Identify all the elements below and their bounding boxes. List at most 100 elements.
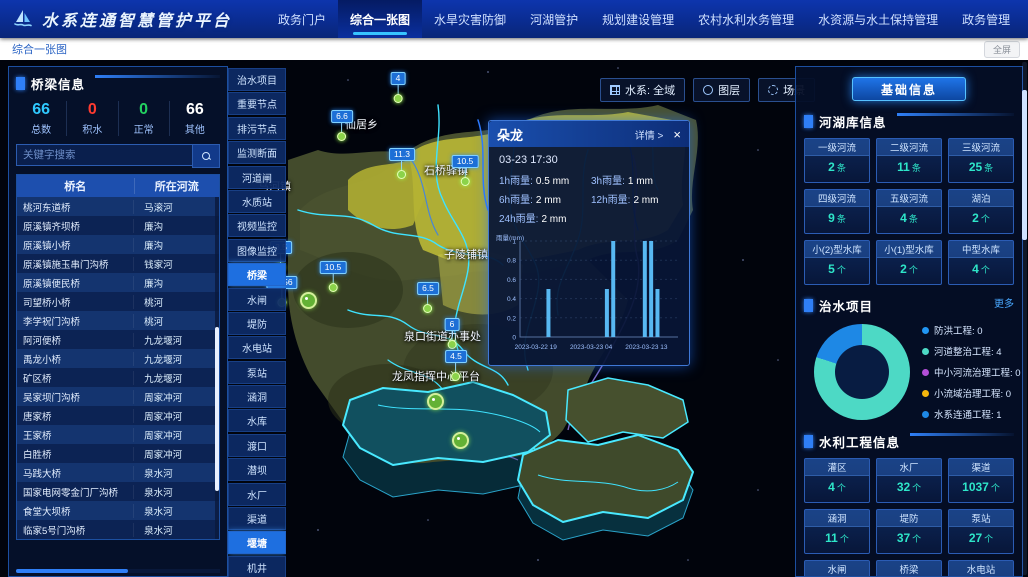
map-pin[interactable]: 6 bbox=[445, 318, 460, 349]
layer-item[interactable]: 泵站 bbox=[228, 361, 286, 384]
card-label: 湖泊 bbox=[949, 190, 1013, 207]
table-body: 桃河东道桥马滚河原溪镇齐坝桥廉沟原溪镇小桥廉沟原溪镇施玉串门沟桥钱家河原溪镇便民… bbox=[17, 197, 219, 539]
bridge-panel-header: 桥梁信息 bbox=[16, 73, 220, 93]
card-value: 4个 bbox=[805, 476, 869, 502]
map-pin[interactable]: 10.5 bbox=[320, 261, 347, 292]
rain-metric: 24h雨量:2 mm bbox=[499, 210, 587, 225]
cell-river-name: 九龙堰河 bbox=[134, 352, 219, 366]
scroll-thumb[interactable] bbox=[215, 327, 219, 491]
layer-item[interactable]: 机井 bbox=[228, 556, 286, 577]
layer-item[interactable]: 图像监控 bbox=[228, 239, 286, 262]
scroll-thumb[interactable] bbox=[16, 569, 128, 573]
table-row[interactable]: 原溪镇齐坝桥廉沟 bbox=[17, 216, 219, 235]
table-row[interactable]: 吴家坝门沟桥周家冲河 bbox=[17, 387, 219, 406]
table-row[interactable]: 阿河便桥九龙堰河 bbox=[17, 330, 219, 349]
layer-item[interactable]: 排污节点 bbox=[228, 117, 286, 140]
table-row[interactable]: 国家电网零金门厂沟桥泉水河 bbox=[17, 482, 219, 501]
svg-text:2023-03-23 04: 2023-03-23 04 bbox=[570, 344, 613, 351]
station-marker-icon[interactable] bbox=[427, 393, 444, 410]
layer-item[interactable]: 涵洞 bbox=[228, 385, 286, 408]
table-row[interactable]: 临家5号门沟桥泉水河 bbox=[17, 520, 219, 539]
table-row[interactable]: 原溪镇便民桥廉沟 bbox=[17, 273, 219, 292]
layer-item[interactable]: 堰塘 bbox=[228, 531, 286, 554]
river-lake-section-title: 河湖库信息 bbox=[819, 112, 887, 131]
layer-item[interactable]: 潜坝 bbox=[228, 458, 286, 481]
project-donut-row: 防洪工程: 0河道整治工程: 4中小河流治理工程: 0小流域治理工程: 0水系连… bbox=[804, 323, 1014, 421]
layer-item[interactable]: 渠道 bbox=[228, 507, 286, 530]
fullscreen-button[interactable]: 全屏 bbox=[984, 41, 1020, 58]
map-control-grid[interactable]: 水系: 全域 bbox=[600, 78, 685, 102]
map-pin[interactable]: 4 bbox=[391, 72, 406, 103]
more-link[interactable]: 更多 bbox=[994, 295, 1014, 310]
table-row[interactable]: 白胜桥周家冲河 bbox=[17, 444, 219, 463]
table-row[interactable]: 司望桥小桥桃河 bbox=[17, 292, 219, 311]
layer-item[interactable]: 水库 bbox=[228, 409, 286, 432]
station-marker-icon[interactable] bbox=[452, 432, 469, 449]
pin-stem bbox=[451, 331, 452, 340]
map-pin[interactable]: 6.6 bbox=[331, 110, 353, 141]
pin-stem bbox=[455, 363, 456, 372]
layer-item[interactable]: 视频监控 bbox=[228, 214, 286, 237]
layer-item[interactable]: 水厂 bbox=[228, 483, 286, 506]
nav-item[interactable]: 政务管理 bbox=[950, 0, 1022, 38]
table-row[interactable]: 原溪镇小桥廉沟 bbox=[17, 235, 219, 254]
page-scrollbar[interactable] bbox=[1022, 62, 1027, 575]
layer-item[interactable]: 水闸 bbox=[228, 288, 286, 311]
table-row[interactable]: 食堂大坝桥泉水河 bbox=[17, 501, 219, 520]
map-pin[interactable]: 6.5 bbox=[417, 282, 439, 313]
map-pin[interactable]: 4.5 bbox=[445, 350, 467, 381]
table-row[interactable]: 原溪镇施玉串门沟桥钱家河 bbox=[17, 254, 219, 273]
project-section-title: 治水项目 bbox=[819, 296, 873, 315]
nav-item[interactable]: 综合一张图 bbox=[338, 0, 422, 38]
info-card: 水电站3个 bbox=[948, 560, 1014, 577]
layer-item[interactable]: 监测断面 bbox=[228, 141, 286, 164]
layer-item[interactable]: 治水项目 bbox=[228, 68, 286, 91]
card-unit: 个 bbox=[912, 481, 921, 494]
header-line bbox=[95, 75, 220, 78]
svg-text:2023-03-23 13: 2023-03-23 13 bbox=[625, 344, 668, 351]
scroll-thumb[interactable] bbox=[1022, 90, 1027, 240]
info-card: 小(1)型水库2个 bbox=[876, 240, 942, 285]
nav-item[interactable]: 水资源与水土保持管理 bbox=[806, 0, 950, 38]
cell-river-name: 马滚河 bbox=[134, 200, 219, 214]
table-row[interactable]: 桃河东道桥马滚河 bbox=[17, 197, 219, 216]
station-marker-icon[interactable] bbox=[300, 292, 317, 309]
nav-item[interactable]: 政务门户 bbox=[266, 0, 338, 38]
map-layer-menu: 治水项目重要节点排污节点监测断面河道闸水质站视频监控图像监控桥梁水闸堤防水电站泵… bbox=[228, 68, 286, 577]
layer-item[interactable]: 河道闸 bbox=[228, 166, 286, 189]
nav-item[interactable]: 规划建设管理 bbox=[590, 0, 686, 38]
breadcrumb[interactable]: 综合一张图 bbox=[12, 41, 67, 57]
table-row[interactable]: 李学祝门沟桥桃河 bbox=[17, 311, 219, 330]
table-row[interactable]: 禹龙小桥九龙堰河 bbox=[17, 349, 219, 368]
layer-item[interactable]: 桥梁 bbox=[228, 263, 286, 286]
scene-icon bbox=[768, 85, 778, 95]
legend-label: 水系连通工程: 1 bbox=[934, 407, 1002, 421]
grid-icon bbox=[610, 85, 620, 95]
layer-item[interactable]: 水电站 bbox=[228, 336, 286, 359]
popup-detail-link[interactable]: 详情 > bbox=[635, 127, 664, 142]
pin-dot bbox=[423, 304, 432, 313]
layer-item[interactable]: 水质站 bbox=[228, 190, 286, 213]
basic-info-tab[interactable]: 基础信息 bbox=[852, 77, 966, 101]
table-horizontal-scrollbar[interactable] bbox=[16, 569, 220, 573]
pin-dot bbox=[451, 372, 460, 381]
table-vertical-scrollbar[interactable] bbox=[215, 197, 219, 539]
table-row[interactable]: 王家桥周家冲河 bbox=[17, 425, 219, 444]
table-row[interactable]: 马践大桥泉水河 bbox=[17, 463, 219, 482]
map-pin[interactable]: 10.5 bbox=[452, 155, 479, 186]
table-row[interactable]: 唐家桥周家冲河 bbox=[17, 406, 219, 425]
layer-item[interactable]: 渡口 bbox=[228, 434, 286, 457]
close-icon[interactable]: × bbox=[673, 128, 681, 141]
nav-item[interactable]: 农村水利水务管理 bbox=[686, 0, 806, 38]
search-input[interactable] bbox=[16, 144, 192, 166]
search-button[interactable] bbox=[192, 144, 220, 168]
nav-item[interactable]: 移民工作管理 bbox=[1022, 0, 1028, 38]
legend-label: 河道整治工程: 4 bbox=[934, 344, 1002, 358]
map-control-round[interactable]: 图层 bbox=[693, 78, 750, 102]
nav-item[interactable]: 河湖管护 bbox=[518, 0, 590, 38]
nav-item[interactable]: 水旱灾害防御 bbox=[422, 0, 518, 38]
map-pin[interactable]: 11.3 bbox=[389, 148, 415, 179]
layer-item[interactable]: 重要节点 bbox=[228, 92, 286, 115]
table-row[interactable]: 矿区桥九龙堰河 bbox=[17, 368, 219, 387]
layer-item[interactable]: 堤防 bbox=[228, 312, 286, 335]
